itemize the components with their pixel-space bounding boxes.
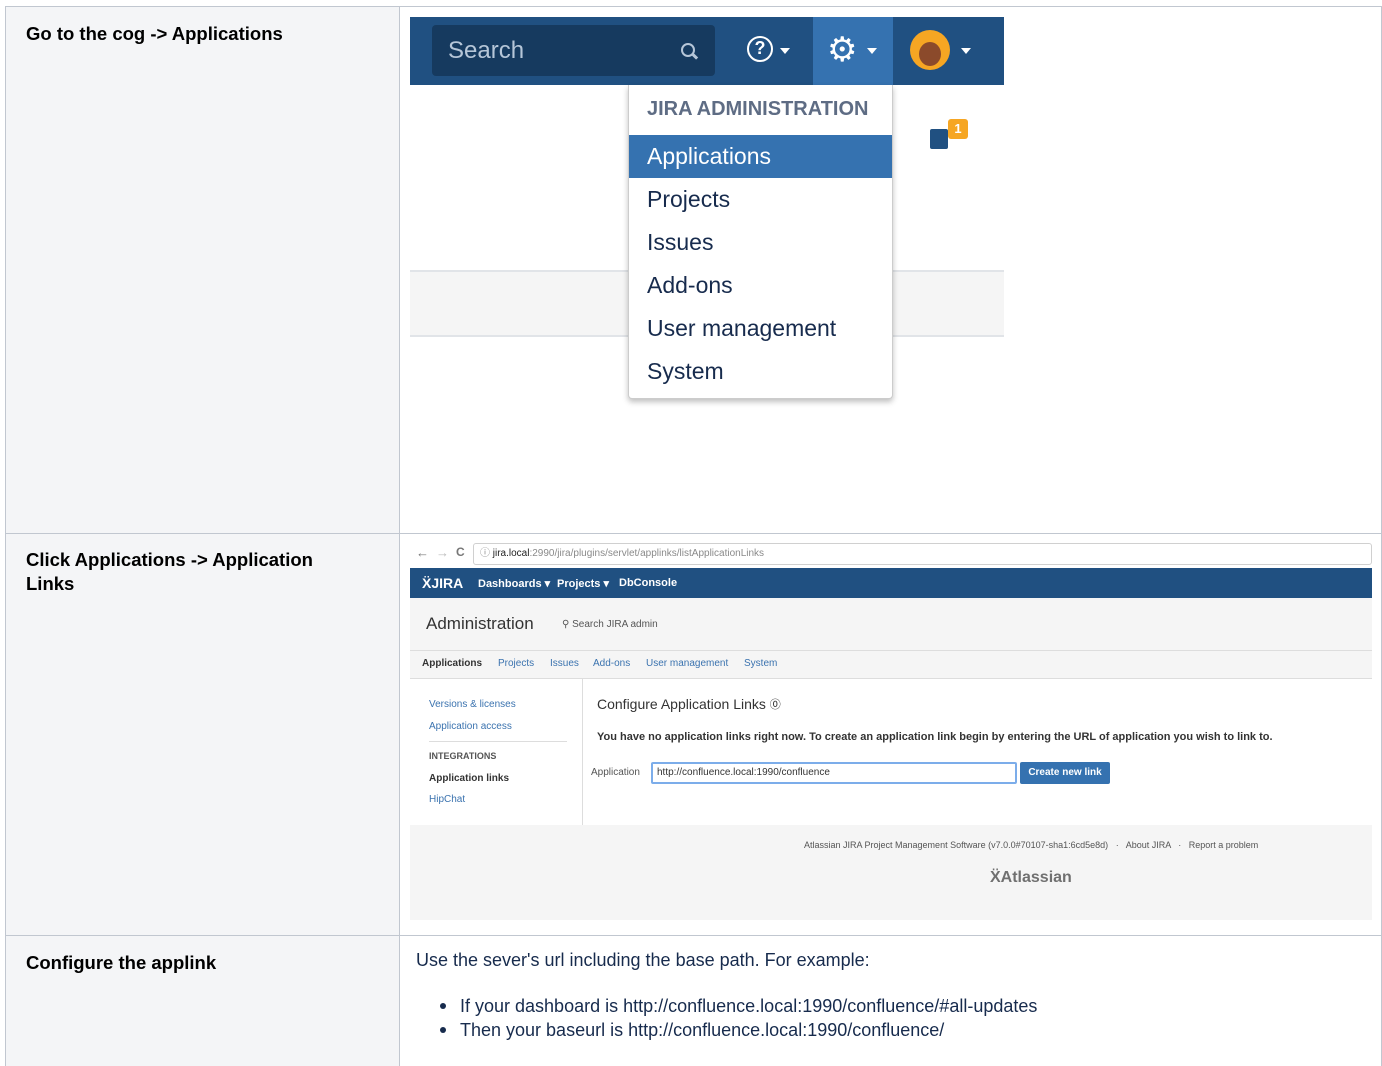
- help-icon: ⓪: [769, 699, 781, 711]
- divider: [410, 650, 1372, 651]
- menu-item-add-ons[interactable]: Add-ons: [629, 264, 892, 307]
- info-icon: ⓘ: [480, 548, 493, 559]
- url-path: :2990/jira/plugins/servlet/applinks/list…: [529, 548, 765, 559]
- menu-heading: JIRA ADMINISTRATION: [647, 98, 869, 120]
- search-icon: [681, 43, 695, 57]
- chevron-down-icon: [780, 48, 790, 54]
- address-bar[interactable]: ⓘ jira.local:2990/jira/plugins/servlet/a…: [473, 543, 1372, 565]
- menu-item-issues[interactable]: Issues: [629, 221, 892, 264]
- reload-icon[interactable]: C: [456, 545, 465, 559]
- cog-menu-button[interactable]: ⚙: [813, 17, 893, 85]
- menu-item-applications[interactable]: Applications: [629, 135, 892, 178]
- step-1-label: Go to the cog -> Applications: [26, 23, 283, 44]
- application-label: Application: [591, 767, 640, 778]
- tab-add-ons[interactable]: Add-ons: [593, 658, 630, 669]
- about-jira-link[interactable]: About JIRA: [1126, 840, 1171, 850]
- footer-product-text: Atlassian JIRA Project Management Softwa…: [804, 840, 1109, 850]
- back-icon[interactable]: ←: [416, 545, 429, 560]
- step-3-label: Configure the applink: [26, 952, 217, 973]
- step-2-label-cell: Click Applications -> Application Links: [6, 534, 400, 936]
- configure-example-list: If your dashboard is http://confluence.l…: [440, 994, 1037, 1042]
- search-input[interactable]: Search: [432, 25, 715, 76]
- nav-dashboards[interactable]: Dashboards ▾: [478, 577, 550, 590]
- list-item: If your dashboard is http://confluence.l…: [440, 994, 1037, 1018]
- chevron-down-icon: [961, 48, 971, 54]
- application-url-input[interactable]: http://confluence.local:1990/confluence: [651, 762, 1017, 784]
- tab-user-management[interactable]: User management: [646, 658, 728, 669]
- list-item: Then your baseurl is http://confluence.l…: [440, 1018, 1037, 1042]
- help-menu-button[interactable]: ?: [737, 25, 802, 76]
- jira-logo[interactable]: ẌJIRA: [422, 575, 463, 591]
- configure-title: Configure Application Links ⓪: [597, 696, 781, 712]
- step-3-label-cell: Configure the applink: [6, 936, 400, 1066]
- application-links-screenshot: ← → C ⓘ jira.local:2990/jira/plugins/ser…: [410, 540, 1372, 920]
- cog-icon: ⚙: [827, 31, 858, 69]
- search-placeholder: Search: [448, 37, 525, 64]
- avatar[interactable]: [910, 30, 950, 70]
- url-host: jira.local: [492, 548, 530, 559]
- feedback-icon[interactable]: [930, 129, 948, 149]
- chevron-down-icon: [867, 48, 877, 54]
- sidebar-item-application-links[interactable]: Application links: [429, 773, 509, 784]
- divider: [429, 741, 567, 742]
- step-3-content-cell: Use the sever's url including the base p…: [400, 936, 1382, 1066]
- menu-item-system[interactable]: System: [629, 350, 892, 393]
- tab-applications[interactable]: Applications: [422, 658, 482, 669]
- no-links-message: You have no application links right now.…: [597, 731, 1273, 743]
- sidebar-section-heading: INTEGRATIONS: [429, 751, 497, 761]
- browser-toolbar: ← → C ⓘ jira.local:2990/jira/plugins/ser…: [410, 540, 1372, 568]
- nav-projects[interactable]: Projects ▾: [557, 577, 609, 590]
- menu-item-user-management[interactable]: User management: [629, 307, 892, 350]
- report-problem-link[interactable]: Report a problem: [1189, 840, 1259, 850]
- admin-dropdown-menu: JIRA ADMINISTRATION Applications Project…: [628, 85, 893, 399]
- configure-intro-text: Use the sever's url including the base p…: [416, 950, 870, 970]
- tab-issues[interactable]: Issues: [550, 658, 579, 669]
- divider: [582, 679, 583, 825]
- cog-menu-screenshot: Search ? ⚙ 1 JIRA ADMINISTRATION Applica…: [410, 17, 1004, 399]
- atlassian-logo: ẌAtlassian: [990, 869, 1072, 886]
- sidebar-item-application-access[interactable]: Application access: [429, 721, 512, 732]
- admin-search-input[interactable]: ⚲ Search JIRA admin: [562, 619, 658, 630]
- help-icon: ?: [747, 36, 773, 62]
- jira-header-bar: Search ? ⚙: [410, 17, 1004, 85]
- sidebar-item-hipchat[interactable]: HipChat: [429, 794, 465, 805]
- sidebar-item-versions-licenses[interactable]: Versions & licenses: [429, 699, 516, 710]
- menu-item-projects[interactable]: Projects: [629, 178, 892, 221]
- avatar-face-icon: [919, 42, 941, 66]
- tab-system[interactable]: System: [744, 658, 777, 669]
- jira-top-nav: ẌJIRA Dashboards ▾ Projects ▾ DbConsole: [410, 568, 1372, 598]
- page-title: Administration: [426, 614, 534, 633]
- admin-panel: Versions & licenses Application access I…: [410, 679, 1372, 825]
- notification-badge: 1: [948, 119, 968, 139]
- nav-dbconsole[interactable]: DbConsole: [619, 577, 677, 589]
- forward-icon[interactable]: →: [436, 545, 449, 560]
- step-2-label: Click Applications -> Application Links: [26, 549, 313, 594]
- step-1-label-cell: Go to the cog -> Applications: [6, 7, 400, 534]
- create-new-link-button[interactable]: Create new link: [1020, 762, 1110, 784]
- tab-projects[interactable]: Projects: [498, 658, 534, 669]
